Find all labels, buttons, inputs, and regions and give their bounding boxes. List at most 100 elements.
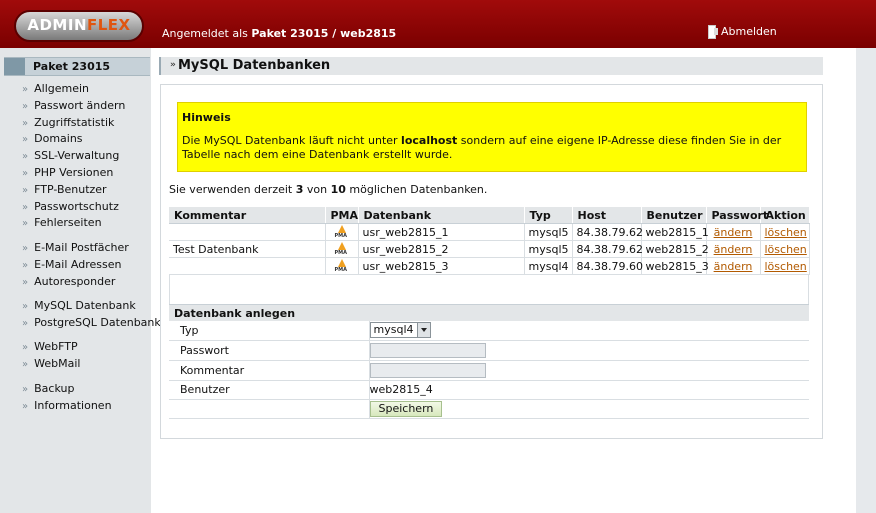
change-password-link[interactable]: ändern	[714, 260, 753, 273]
delete-link[interactable]: löschen	[765, 243, 807, 256]
column-header: Host	[572, 207, 642, 224]
type-select[interactable]: mysql4	[369, 322, 431, 339]
page-title: MySQL Datenbanken	[178, 58, 331, 73]
password-label: Passwort	[169, 340, 369, 361]
column-header: Passwort	[706, 207, 768, 224]
password-input[interactable]	[369, 342, 486, 358]
database-table: Kommentar PMA Datenbank Typ Host Benutzer Pass…	[169, 207, 810, 275]
chevron-right-icon: »	[22, 201, 29, 213]
column-header: Kommentar	[169, 207, 326, 224]
comment-cell	[169, 257, 326, 275]
type-cell: mysql4	[524, 257, 573, 275]
chevron-right-icon: »	[22, 100, 29, 112]
user-value: web2815_4	[368, 380, 809, 400]
sidebar-item[interactable]: » Informationen	[22, 398, 112, 415]
delete-link[interactable]: löschen	[765, 226, 807, 239]
chevron-right-icon: »	[22, 317, 29, 329]
adminflex-logo[interactable]: ADMINFLEX	[14, 10, 144, 42]
host-cell: 84.38.79.60	[572, 257, 643, 275]
database-cell: usr_web2815_1	[358, 223, 525, 241]
comment-input[interactable]	[369, 362, 486, 378]
sidebar-menu-group: » Allgemein» Passwort ändern» Zugriffstatis…	[22, 81, 125, 232]
login-account: Paket 23015 / web2815	[251, 27, 397, 40]
sidebar-item[interactable]: » FTP-Benutzer	[22, 182, 125, 199]
comment-cell	[169, 223, 326, 241]
create-heading: Datenbank anlegen	[169, 304, 809, 321]
notice-heading: Hinweis	[182, 111, 231, 124]
right-strip	[856, 48, 876, 513]
phpmyadmin-icon[interactable]: PMA	[335, 259, 349, 273]
chevron-right-icon: »	[22, 84, 29, 95]
user-cell: web2815_1	[641, 223, 709, 241]
sidebar-item[interactable]: » Zugriffstatistik	[22, 115, 125, 132]
chevron-right-icon: »	[22, 218, 29, 230]
chevron-right-icon: »	[22, 276, 29, 288]
delete-link[interactable]: löschen	[765, 260, 807, 273]
chevron-right-icon: »	[22, 134, 29, 146]
sidebar-item[interactable]: » Allgemein	[22, 81, 125, 98]
chevron-right-icon: »	[22, 358, 29, 370]
database-cell: usr_web2815_2	[358, 240, 525, 258]
change-password-link[interactable]: ändern	[714, 243, 753, 256]
notice-box: Hinweis Die MySQL Datenbank läuft nicht …	[177, 102, 807, 172]
chevron-right-icon: »	[22, 259, 29, 271]
column-header: Aktion	[760, 207, 810, 224]
table-row: PMA usr_web2815_1 mysql5 84.38.79.62 web2815…	[169, 223, 810, 241]
save-button[interactable]: Speichern	[369, 400, 443, 417]
create-database-form: Datenbank anlegen Typ mysql4 Passwort Ko…	[169, 304, 809, 419]
sidebar-item[interactable]: » PHP Versionen	[22, 165, 125, 182]
type-cell: mysql5	[524, 223, 573, 241]
sidebar-item[interactable]: » Passwort ändern	[22, 98, 125, 115]
user-cell: web2815_3	[641, 257, 709, 275]
phpmyadmin-icon[interactable]: PMA	[335, 225, 349, 239]
sidebar-package-header: Paket 23015	[4, 57, 150, 76]
sidebar-item[interactable]: » Passwortschutz	[22, 199, 125, 216]
chevron-right-icon: »	[22, 184, 29, 196]
chevron-right-icon: »	[22, 301, 29, 312]
sidebar-item[interactable]: » E-Mail Adressen	[22, 257, 129, 274]
sidebar-item[interactable]: » Domains	[22, 131, 125, 148]
sidebar-item[interactable]: » MySQL Datenbank	[22, 298, 161, 315]
table-row: PMA usr_web2815_3 mysql4 84.38.79.60 web2815…	[169, 257, 810, 275]
database-cell: usr_web2815_3	[358, 257, 525, 275]
chevron-right-icon: »	[22, 151, 29, 163]
comment-cell: Test Datenbank	[169, 240, 326, 258]
chevron-right-icon: »	[22, 384, 29, 395]
phpmyadmin-icon[interactable]: PMA	[335, 242, 349, 256]
logout-link[interactable]: Abmelden	[708, 25, 777, 39]
table-row: Test Datenbank PMA usr_web2815_2 mysql5 84.3…	[169, 240, 810, 258]
sidebar: Paket 23015 » Allgemein» Passwort ändern» Z…	[0, 48, 161, 513]
change-password-link[interactable]: ändern	[714, 226, 753, 239]
sidebar-menu-group: » MySQL Datenbank» PostgreSQL Datenbank	[22, 298, 161, 332]
sidebar-menu-group: » WebFTP» WebMail	[22, 339, 80, 373]
usage-text: Sie verwenden derzeit 3 von 10 möglichen…	[169, 183, 488, 196]
sidebar-menu-group: » E-Mail Postfächer» E-Mail Adressen» Autor…	[22, 240, 129, 290]
notice-text: Die MySQL Datenbank läuft nicht unter lo…	[182, 134, 782, 161]
host-cell: 84.38.79.62	[572, 240, 643, 258]
column-header: Datenbank	[358, 207, 525, 224]
sidebar-item[interactable]: » Backup	[22, 381, 112, 398]
chevron-right-icon: »	[22, 243, 29, 254]
sidebar-item[interactable]: » PostgreSQL Datenbank	[22, 315, 161, 332]
comment-label: Kommentar	[169, 360, 369, 381]
type-label: Typ	[169, 321, 369, 341]
login-info: Angemeldet als Paket 23015 / web2815	[162, 27, 397, 40]
sidebar-item[interactable]: » WebFTP	[22, 339, 80, 356]
sidebar-item[interactable]: » WebMail	[22, 356, 80, 373]
package-name: Paket 23015	[33, 60, 111, 73]
sidebar-item[interactable]: » SSL-Verwaltung	[22, 148, 125, 165]
chevron-right-icon: »	[170, 60, 176, 70]
user-cell: web2815_2	[641, 240, 709, 258]
chevron-right-icon: »	[22, 342, 29, 353]
user-label: Benutzer	[169, 380, 369, 400]
sidebar-item[interactable]: » Fehlerseiten	[22, 215, 125, 232]
column-header: Benutzer	[641, 207, 707, 224]
column-header: PMA	[325, 207, 359, 224]
logout-label: Abmelden	[721, 25, 777, 38]
page-title-bar: » MySQL Datenbanken	[159, 57, 823, 75]
sidebar-item[interactable]: » Autoresponder	[22, 274, 129, 291]
door-exit-icon	[708, 25, 718, 39]
host-cell: 84.38.79.62	[572, 223, 643, 241]
sidebar-item[interactable]: » E-Mail Postfächer	[22, 240, 129, 257]
sidebar-menu-group: » Backup» Informationen	[22, 381, 112, 415]
